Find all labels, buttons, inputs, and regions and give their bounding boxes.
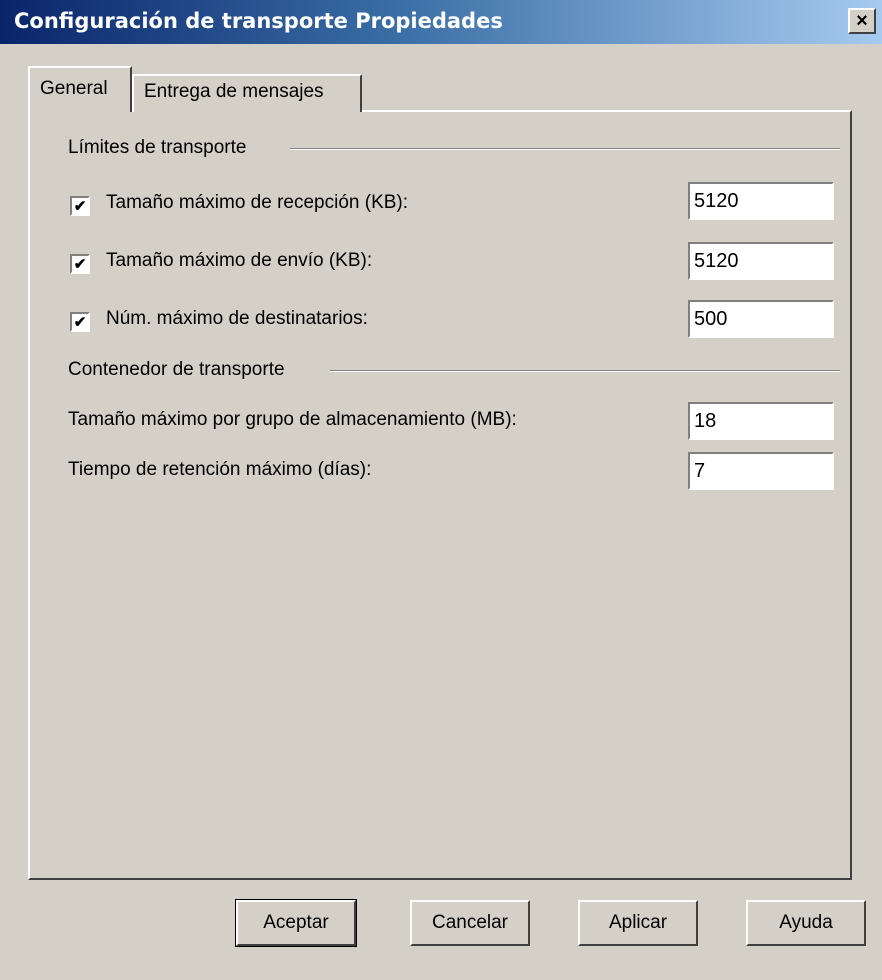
close-icon: × [856,10,868,32]
limits-group-divider [290,148,840,150]
tab-panel-general: Límites de transporte ✔ Tamaño máximo de… [28,110,852,880]
apply-button[interactable]: Aplicar [578,900,698,946]
max-send-size-checkbox[interactable]: ✔ [70,254,90,274]
max-receive-size-label: Tamaño máximo de recepción (KB): [106,192,409,213]
tab-general-label: General [40,78,108,99]
checkmark-icon: ✔ [73,313,87,331]
ok-button[interactable]: Aceptar [235,899,357,947]
max-receive-size-checkbox[interactable]: ✔ [70,196,90,216]
max-send-size-input[interactable] [688,242,834,280]
limits-group-title: Límites de transporte [68,137,259,159]
tab-message-delivery-label: Entrega de mensajes [144,81,324,102]
title-bar[interactable]: Configuración de transporte Propiedades … [0,0,882,44]
window-title: Configuración de transporte Propiedades [14,9,503,33]
max-recipients-label: Núm. máximo de destinatarios: [106,308,368,329]
properties-dialog: Configuración de transporte Propiedades … [0,0,882,980]
checkmark-icon: ✔ [73,255,87,273]
container-group-title: Contenedor de transporte [68,359,297,381]
max-retention-time-input[interactable] [688,452,834,490]
max-size-per-storage-group-input[interactable] [688,402,834,440]
max-retention-time-label: Tiempo de retención máximo (días): [68,459,372,480]
cancel-button[interactable]: Cancelar [410,900,530,946]
max-size-per-storage-group-label: Tamaño máximo por grupo de almacenamient… [68,409,517,430]
max-recipients-checkbox[interactable]: ✔ [70,312,90,332]
max-recipients-input[interactable] [688,300,834,338]
container-group-divider [330,370,840,372]
max-send-size-label: Tamaño máximo de envío (KB): [106,250,373,271]
max-receive-size-input[interactable] [688,182,834,220]
help-button[interactable]: Ayuda [746,900,866,946]
close-button[interactable]: × [848,8,876,34]
tab-message-delivery[interactable]: Entrega de mensajes [132,74,362,112]
tab-general[interactable]: General [28,66,132,112]
checkmark-icon: ✔ [73,197,87,215]
